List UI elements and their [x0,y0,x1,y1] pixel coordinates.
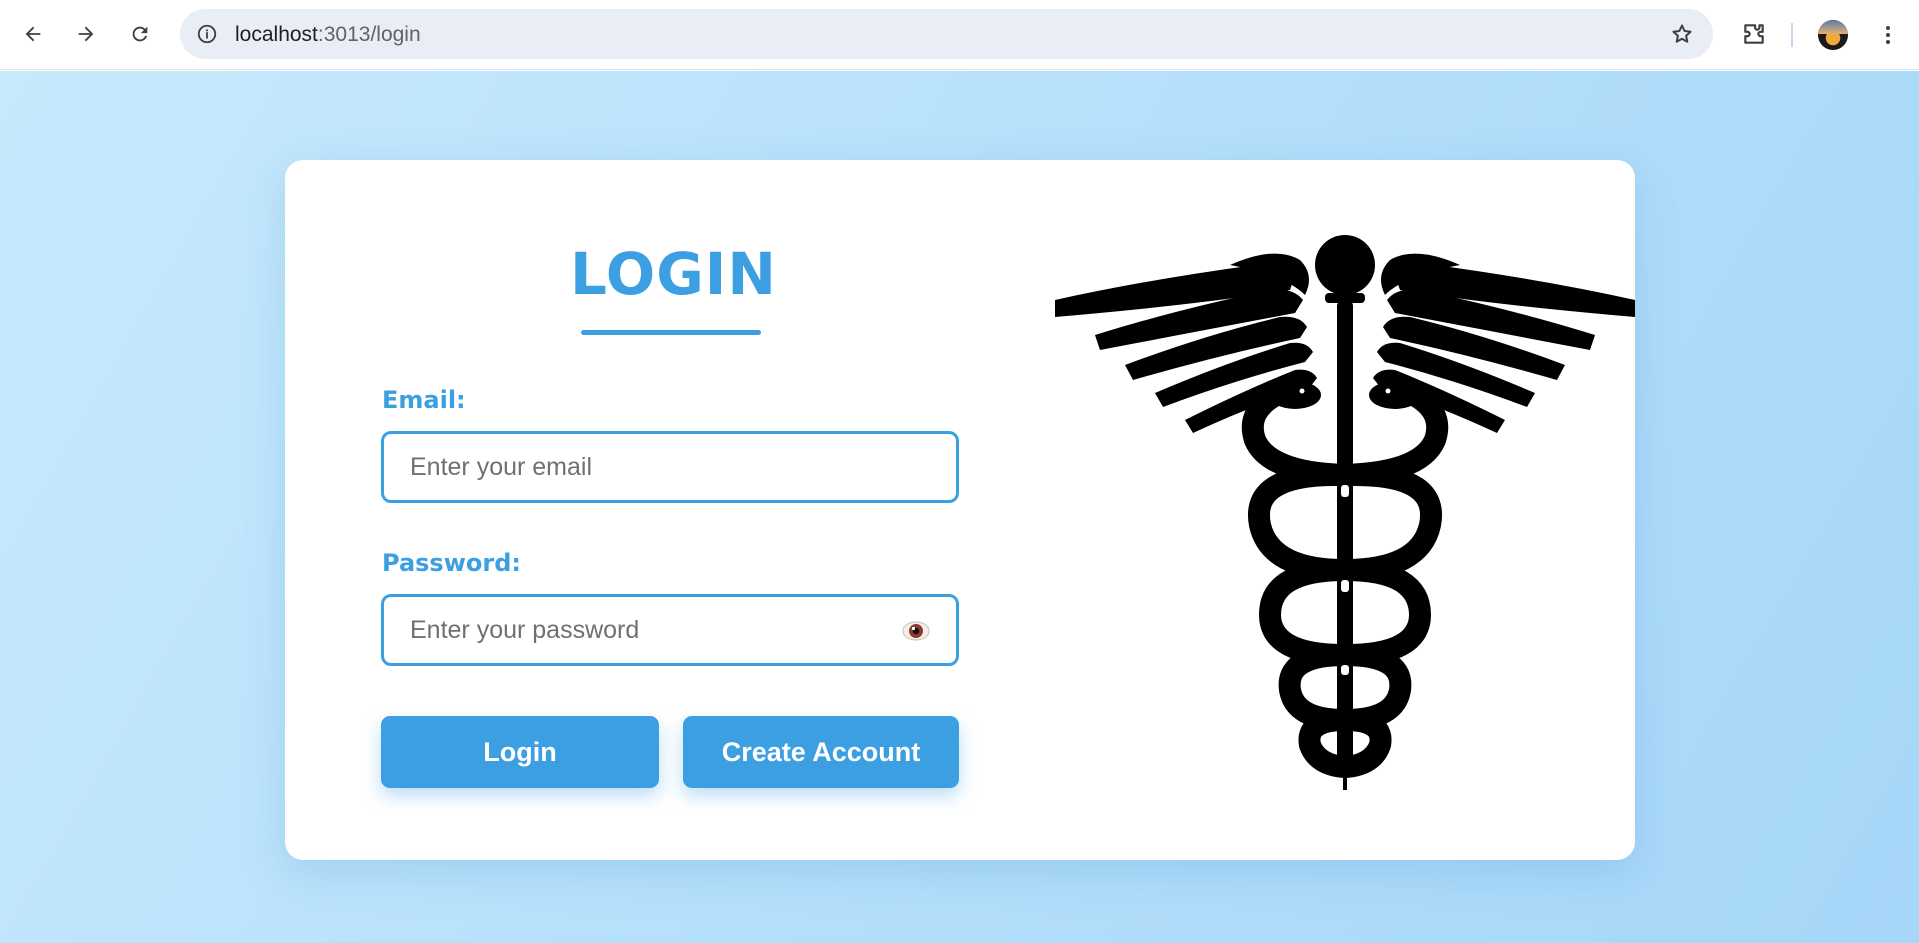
title-underline [581,330,761,335]
toolbar-separator [1791,23,1793,47]
login-card: LOGIN Email: Password: Login Create Acco… [285,160,1635,860]
browser-menu-button[interactable] [1870,17,1906,53]
browser-toolbar: localhost:3013/login [0,0,1919,70]
bookmark-star-icon[interactable] [1669,21,1695,47]
email-input[interactable] [384,434,956,500]
url-text[interactable]: localhost:3013/login [235,23,421,47]
back-arrow-icon [25,26,41,42]
site-info-icon[interactable] [194,21,220,47]
url-host: localhost [235,23,318,46]
profile-avatar[interactable] [1818,20,1848,50]
login-title: LOGIN [570,240,777,308]
password-input[interactable] [384,597,956,663]
page-background: LOGIN Email: Password: Login Create Acco… [0,71,1919,943]
email-label: Email: [382,386,466,414]
address-bar[interactable]: localhost:3013/login [180,9,1713,59]
caduceus-logo [1055,235,1635,790]
forward-button[interactable] [65,13,107,55]
reload-icon [132,26,148,42]
back-button[interactable] [12,13,54,55]
password-label: Password: [382,549,521,577]
kebab-menu-icon [1886,26,1890,44]
show-password-eye-icon[interactable] [902,620,930,642]
email-field[interactable] [381,431,959,503]
create-account-button[interactable]: Create Account [683,716,959,788]
extensions-button[interactable] [1735,15,1773,53]
password-field[interactable] [381,594,959,666]
forward-arrow-icon [78,26,94,42]
url-path: :3013/login [317,23,421,46]
login-button[interactable]: Login [381,716,659,788]
puzzle-icon [1744,24,1764,44]
reload-button[interactable] [119,13,161,55]
